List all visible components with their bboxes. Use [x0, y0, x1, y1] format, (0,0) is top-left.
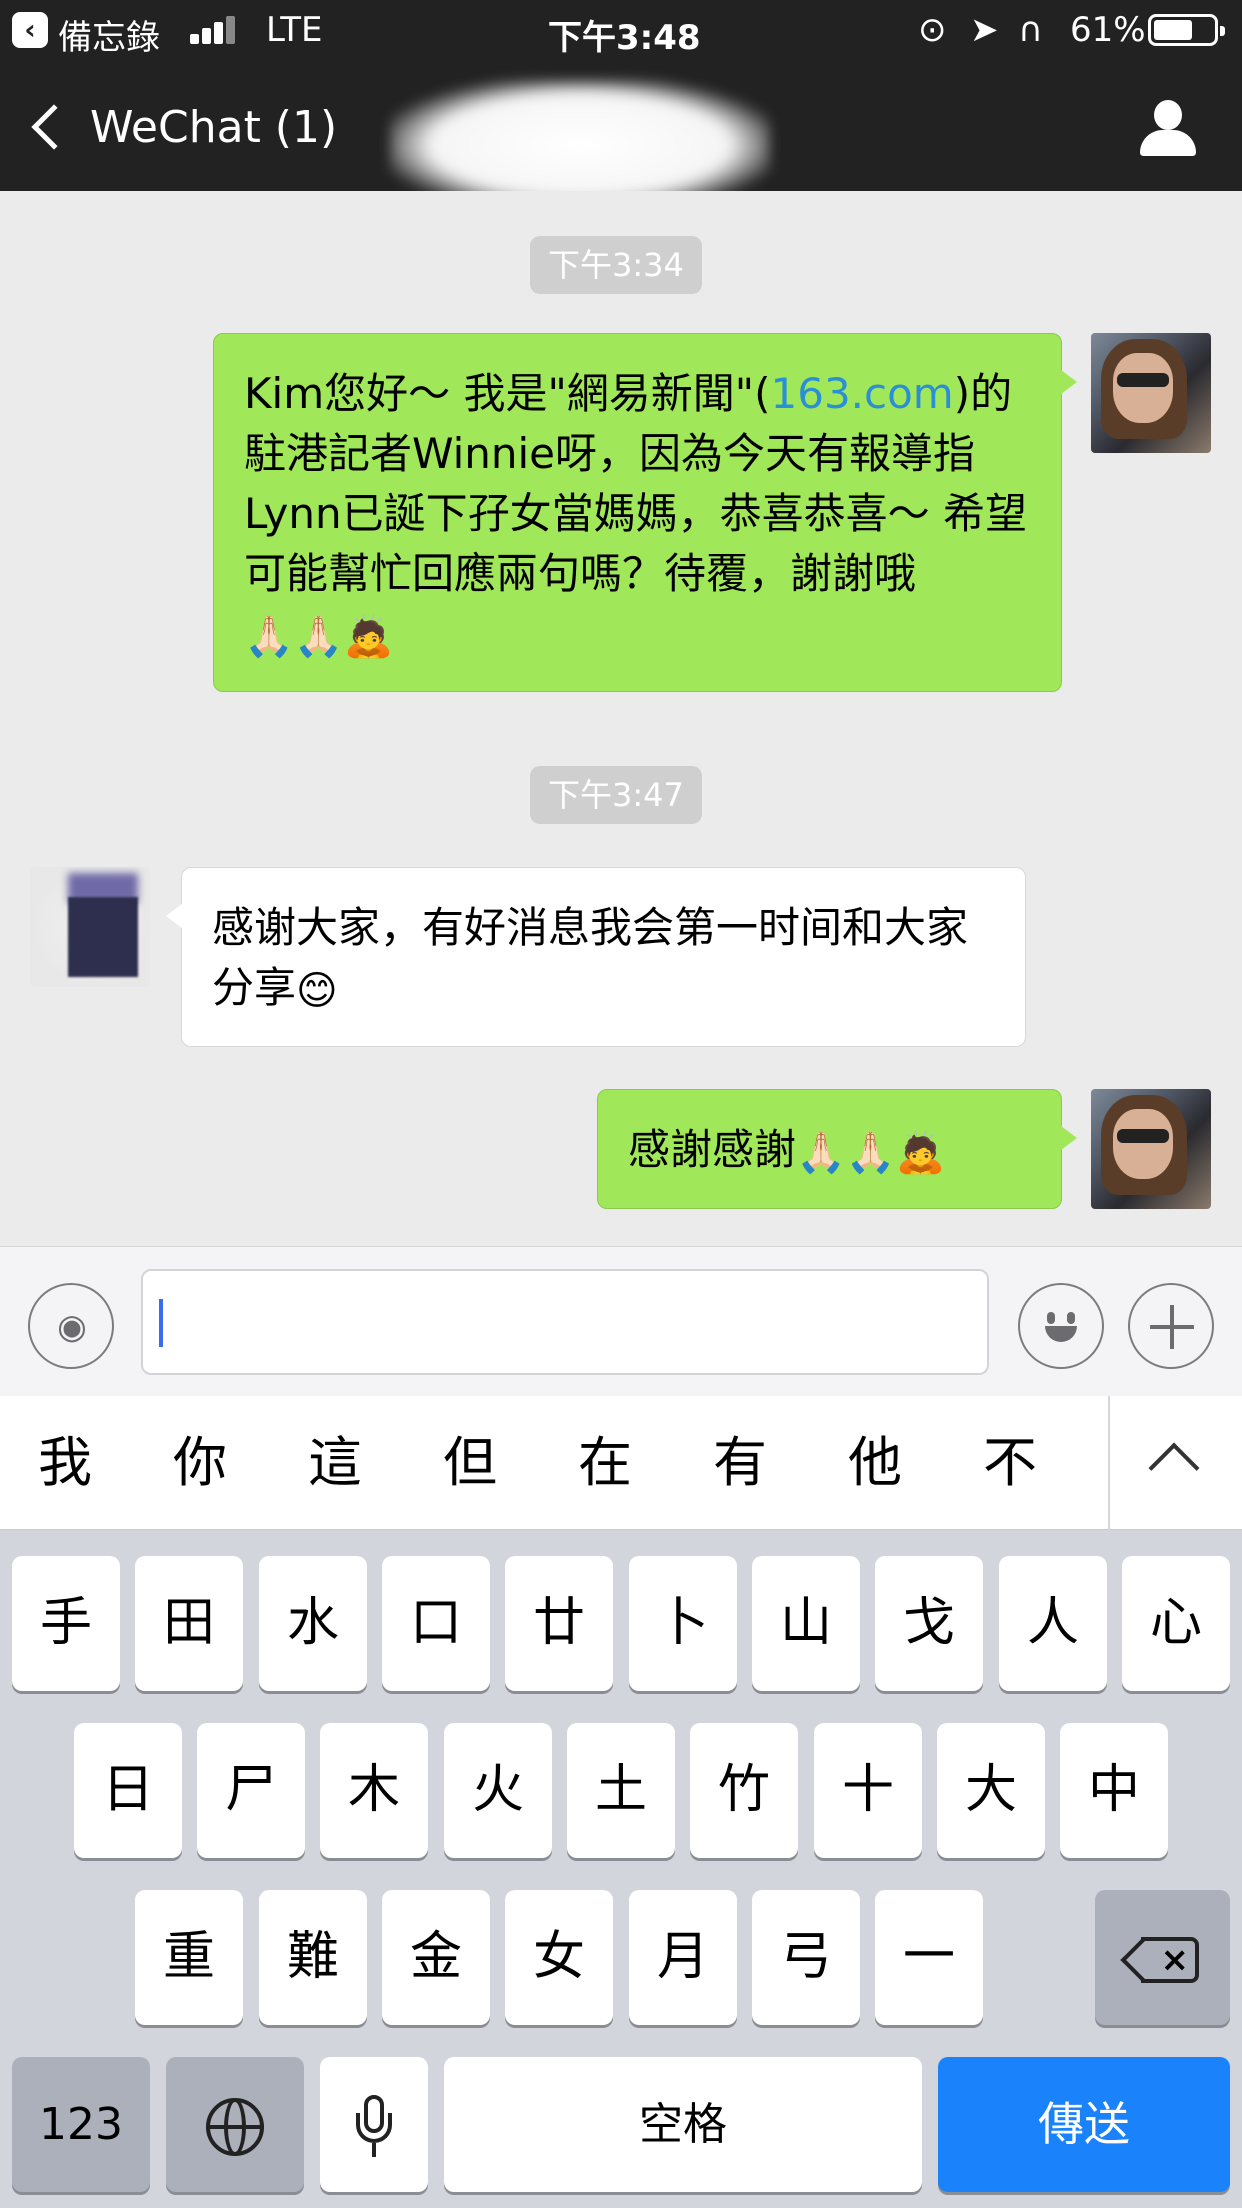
- key[interactable]: 難: [259, 1890, 367, 2025]
- key[interactable]: 女: [505, 1890, 613, 2025]
- key[interactable]: 弓: [752, 1890, 860, 2025]
- key[interactable]: 心: [1122, 1556, 1230, 1691]
- my-avatar[interactable]: [1091, 333, 1211, 453]
- battery-icon: [1148, 14, 1225, 46]
- expand-candidates-icon[interactable]: [1148, 1442, 1200, 1494]
- key[interactable]: 火: [444, 1723, 552, 1858]
- emoji-icon: [1037, 1302, 1085, 1350]
- message-bubble-incoming[interactable]: 感谢大家，有好消息我会第一时间和大家分享😊: [166, 867, 1026, 1047]
- back-app-icon[interactable]: ‹: [12, 12, 48, 48]
- input-bar: ◉: [0, 1246, 1242, 1396]
- candidate-word[interactable]: 有: [705, 1428, 775, 1498]
- more-options-button[interactable]: [1128, 1283, 1214, 1369]
- candidate-word[interactable]: 你: [165, 1428, 235, 1498]
- key[interactable]: 一: [875, 1890, 983, 2025]
- key[interactable]: 重: [135, 1890, 243, 2025]
- back-app-label[interactable]: 備忘錄: [58, 10, 160, 59]
- message-bubble-outgoing[interactable]: Kim您好～ 我是"網易新聞"(163.com)的駐港記者Winnie呀，因為今…: [213, 333, 1077, 692]
- smiling-face-emoji: 😊: [296, 967, 338, 1014]
- key[interactable]: 木: [320, 1723, 428, 1858]
- key[interactable]: 月: [629, 1890, 737, 2025]
- location-icon: ➤: [970, 10, 999, 50]
- key[interactable]: 日: [74, 1723, 182, 1858]
- nav-bar: WeChat (1): [0, 60, 1242, 210]
- back-button[interactable]: WeChat (1): [26, 92, 337, 162]
- voice-icon: ◉: [57, 1307, 87, 1347]
- backspace-key[interactable]: ×: [1095, 1890, 1230, 2025]
- contact-profile-icon[interactable]: [1138, 100, 1198, 160]
- key[interactable]: 水: [259, 1556, 367, 1691]
- candidate-word[interactable]: 在: [570, 1428, 640, 1498]
- candidate-word[interactable]: 不: [975, 1428, 1045, 1498]
- key[interactable]: 山: [752, 1556, 860, 1691]
- key[interactable]: 土: [567, 1723, 675, 1858]
- globe-icon: [206, 2098, 264, 2156]
- clock: 下午3:48: [548, 18, 701, 58]
- candidate-bar: 我 你 這 但 在 有 他 不: [0, 1396, 1242, 1530]
- folded-hands-emoji: 🙏🏻🙏🏻🙇: [244, 613, 394, 660]
- folded-hands-emoji: 🙏🏻🙏🏻🙇: [796, 1129, 946, 1176]
- numbers-key[interactable]: 123: [12, 2057, 150, 2192]
- signal-icon: [190, 16, 238, 44]
- rotation-lock-icon: ⊙: [918, 10, 947, 50]
- chat-area[interactable]: 下午3:34 Kim您好～ 我是"網易新聞"(163.com)的駐港記者Winn…: [0, 191, 1242, 1246]
- microphone-icon: [354, 2095, 394, 2159]
- candidate-word[interactable]: 但: [435, 1428, 505, 1498]
- key[interactable]: 金: [382, 1890, 490, 2025]
- message-text: 感謝感謝: [628, 1125, 797, 1174]
- message-bubble-outgoing[interactable]: 感謝感謝🙏🏻🙏🏻🙇: [597, 1089, 1077, 1209]
- key[interactable]: 卜: [629, 1556, 737, 1691]
- key[interactable]: 戈: [875, 1556, 983, 1691]
- key[interactable]: 尸: [197, 1723, 305, 1858]
- space-key[interactable]: 空格: [444, 2057, 922, 2192]
- message-input[interactable]: [141, 1269, 989, 1375]
- text-caret: [159, 1299, 163, 1347]
- backspace-icon: ×: [1119, 1937, 1199, 1983]
- candidate-word[interactable]: 這: [300, 1428, 370, 1498]
- timestamp: 下午3:47: [530, 766, 702, 824]
- globe-key[interactable]: [166, 2057, 304, 2192]
- timestamp: 下午3:34: [530, 236, 702, 294]
- voice-input-button[interactable]: ◉: [28, 1283, 114, 1369]
- key[interactable]: 廿: [505, 1556, 613, 1691]
- candidate-word[interactable]: 他: [840, 1428, 910, 1498]
- key[interactable]: 十: [814, 1723, 922, 1858]
- key[interactable]: 人: [999, 1556, 1107, 1691]
- headphones-icon: ∩: [1018, 10, 1043, 50]
- my-avatar[interactable]: [1091, 1089, 1211, 1209]
- key[interactable]: 田: [135, 1556, 243, 1691]
- dictation-key[interactable]: [320, 2057, 428, 2192]
- key[interactable]: 口: [382, 1556, 490, 1691]
- key[interactable]: 手: [12, 1556, 120, 1691]
- chevron-left-icon: [31, 104, 77, 150]
- status-bar: ‹ 備忘錄 LTE 下午3:48 ⊙ ➤ ∩ 61%: [0, 0, 1242, 60]
- message-link[interactable]: 163.com: [771, 369, 954, 418]
- emoji-button[interactable]: [1018, 1283, 1104, 1369]
- divider: [1108, 1396, 1110, 1530]
- back-button-label: WeChat (1): [90, 101, 338, 153]
- top-header: ‹ 備忘錄 LTE 下午3:48 ⊙ ➤ ∩ 61% WeChat (1): [0, 0, 1242, 210]
- key[interactable]: 大: [937, 1723, 1045, 1858]
- keyboard: 手 田 水 口 廿 卜 山 戈 人 心 日 尸 木 火 土 竹 十 大 中 重 …: [0, 1530, 1242, 2208]
- key[interactable]: 中: [1060, 1723, 1168, 1858]
- send-key[interactable]: 傳送: [938, 2057, 1230, 2192]
- battery-percent: 61%: [1070, 10, 1146, 50]
- candidate-word[interactable]: 我: [30, 1428, 100, 1498]
- contact-avatar-redacted[interactable]: [30, 867, 150, 987]
- network-label: LTE: [266, 10, 323, 50]
- message-text: Kim您好～ 我是"網易新聞"(: [244, 369, 771, 418]
- key[interactable]: 竹: [690, 1723, 798, 1858]
